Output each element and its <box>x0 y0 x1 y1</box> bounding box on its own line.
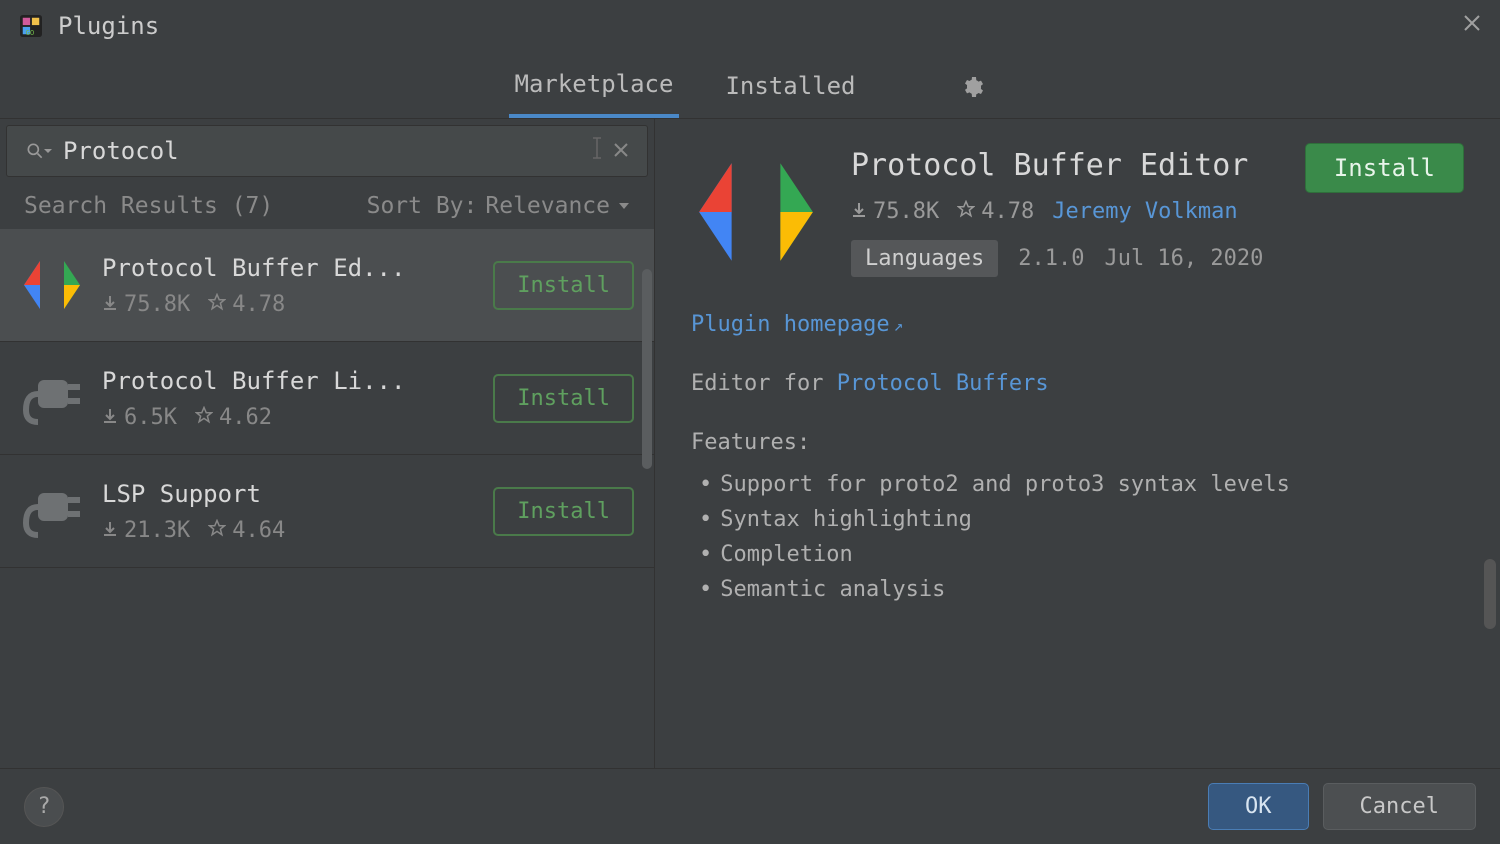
plugin-item[interactable]: LSP Support 21.3K 4.64 Install <box>0 455 654 568</box>
titlebar: GO Plugins <box>0 0 1500 48</box>
downloads-value: 75.8K <box>124 292 190 317</box>
scrollbar-detail[interactable] <box>1484 559 1496 629</box>
download-icon <box>102 518 118 543</box>
plugin-name: Protocol Buffer Ed... <box>102 254 475 282</box>
star-icon <box>957 199 975 224</box>
protocol-buffers-link[interactable]: Protocol Buffers <box>837 371 1049 396</box>
search-sidebar: Search Results (7) Sort By: Relevance <box>0 119 655 768</box>
gear-icon[interactable] <box>952 67 992 113</box>
plugin-icon-proto <box>20 253 84 317</box>
star-icon <box>208 518 226 543</box>
chevron-down-icon <box>618 200 630 212</box>
features-label: Features: <box>691 425 1464 460</box>
search-row <box>6 125 648 177</box>
author-link[interactable]: Jeremy Volkman <box>1052 199 1237 224</box>
plugin-info: Protocol Buffer Li... 6.5K 4.62 <box>102 367 475 430</box>
cancel-button[interactable]: Cancel <box>1323 783 1476 830</box>
sort-by-value: Relevance <box>485 193 610 219</box>
tag-row: Languages 2.1.0 Jul 16, 2020 <box>851 240 1314 277</box>
feature-item: Syntax highlighting <box>699 502 1464 537</box>
plugin-name: LSP Support <box>102 480 475 508</box>
feature-item: Completion <box>699 537 1464 572</box>
plugin-info: Protocol Buffer Ed... 75.8K 4.78 <box>102 254 475 317</box>
help-button[interactable]: ? <box>24 787 64 827</box>
text-cursor <box>591 136 603 166</box>
sort-by-label: Sort By: <box>367 193 478 219</box>
external-link-icon: ↗ <box>894 316 904 335</box>
close-icon[interactable] <box>1462 10 1482 40</box>
plugin-item[interactable]: Protocol Buffer Ed... 75.8K 4.78 Install <box>0 229 654 342</box>
downloads-value: 6.5K <box>124 405 177 430</box>
plugin-stats: 75.8K 4.78 <box>102 292 475 317</box>
scrollbar-list[interactable] <box>642 269 652 469</box>
search-input[interactable] <box>63 137 581 165</box>
rating-value: 4.64 <box>232 518 285 543</box>
detail-meta: 75.8K 4.78 Jeremy Volkman <box>851 199 1314 224</box>
footer: ? OK Cancel <box>0 768 1500 844</box>
date-text: Jul 16, 2020 <box>1104 246 1263 271</box>
homepage-link[interactable]: Plugin homepage↗ <box>691 312 903 337</box>
main-split: Search Results (7) Sort By: Relevance <box>0 118 1500 768</box>
results-header: Search Results (7) Sort By: Relevance <box>0 183 654 229</box>
window-title: Plugins <box>58 12 159 40</box>
plugin-detail: Install Protocol Buffer Editor 75.8K 4.7… <box>655 119 1500 768</box>
sort-by-dropdown[interactable]: Sort By: Relevance <box>367 193 630 219</box>
detail-rating: 4.78 <box>981 199 1034 224</box>
clear-search-icon[interactable] <box>613 139 629 163</box>
app-icon: GO <box>20 15 42 37</box>
plugin-icon-plug <box>20 479 84 543</box>
plugin-name: Protocol Buffer Li... <box>102 367 475 395</box>
star-icon <box>208 292 226 317</box>
plugin-stats: 21.3K 4.64 <box>102 518 475 543</box>
ok-button[interactable]: OK <box>1208 783 1309 830</box>
plugin-item[interactable]: Protocol Buffer Li... 6.5K 4.62 Install <box>0 342 654 455</box>
rating-value: 4.78 <box>232 292 285 317</box>
feature-item: Support for proto2 and proto3 syntax lev… <box>699 467 1464 502</box>
detail-title: Protocol Buffer Editor <box>851 147 1314 185</box>
feature-item: Semantic analysis <box>699 572 1464 607</box>
svg-text:GO: GO <box>26 28 35 37</box>
rating-value: 4.62 <box>219 405 272 430</box>
search-icon[interactable] <box>25 141 53 161</box>
download-icon <box>102 405 118 430</box>
downloads-value: 21.3K <box>124 518 190 543</box>
description: Editor for Protocol Buffers <box>691 366 1464 401</box>
category-tag[interactable]: Languages <box>851 240 998 277</box>
download-icon <box>851 199 867 224</box>
detail-body: Plugin homepage↗ Editor for Protocol Buf… <box>691 307 1464 607</box>
tab-marketplace[interactable]: Marketplace <box>509 62 680 118</box>
plugin-stats: 6.5K 4.62 <box>102 405 475 430</box>
detail-downloads: 75.8K <box>873 199 939 224</box>
plugin-info: LSP Support 21.3K 4.64 <box>102 480 475 543</box>
version-text: 2.1.0 <box>1018 246 1084 271</box>
plugin-list[interactable]: Protocol Buffer Ed... 75.8K 4.78 Install <box>0 229 654 568</box>
install-button[interactable]: Install <box>493 374 634 423</box>
install-button[interactable]: Install <box>493 487 634 536</box>
tab-installed[interactable]: Installed <box>719 64 861 116</box>
plugin-icon-large <box>691 147 821 277</box>
tabs-bar: Marketplace Installed <box>0 48 1500 118</box>
plugin-icon-plug <box>20 366 84 430</box>
star-icon <box>195 405 213 430</box>
download-icon <box>102 292 118 317</box>
results-count: Search Results (7) <box>24 193 273 219</box>
install-button[interactable]: Install <box>493 261 634 310</box>
install-button-main[interactable]: Install <box>1305 143 1464 193</box>
features-section: Features: Support for proto2 and proto3 … <box>691 425 1464 607</box>
